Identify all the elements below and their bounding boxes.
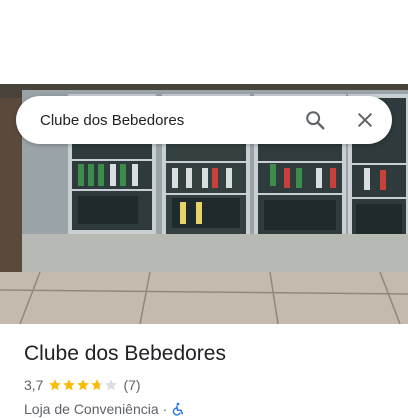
search-icon (306, 111, 325, 130)
category-row: Loja de Conveniência · (24, 400, 394, 418)
rating-row[interactable]: 3,7 (7) (24, 376, 394, 394)
clear-search-button[interactable] (345, 100, 385, 140)
wheelchair-icon (173, 402, 184, 416)
star-icon (63, 379, 76, 391)
star-icon (105, 379, 118, 391)
search-input[interactable] (40, 108, 295, 132)
star-icon (49, 379, 62, 391)
star-icon (77, 379, 90, 391)
review-count[interactable]: (7) (123, 377, 140, 393)
separator-dot: · (162, 401, 168, 417)
top-blank-area (0, 0, 408, 84)
close-icon (358, 113, 372, 127)
rating-value: 3,7 (24, 377, 44, 393)
place-category: Loja de Conveniência (24, 401, 159, 417)
search-bar[interactable] (16, 96, 392, 144)
place-info-panel: Clube dos Bebedores 3,7 (7) Loja de Conv… (24, 340, 394, 418)
place-title: Clube dos Bebedores (24, 342, 226, 365)
star-icon (91, 379, 104, 391)
search-button[interactable] (295, 100, 335, 140)
star-rating (48, 378, 118, 392)
